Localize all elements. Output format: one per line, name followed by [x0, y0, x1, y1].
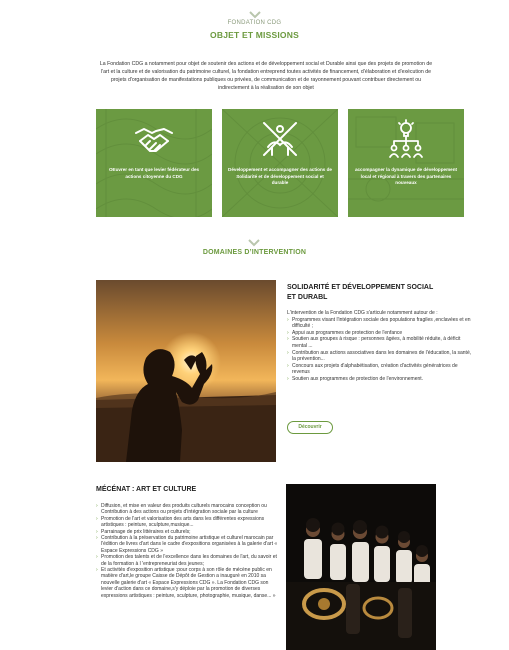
list-item: Programmes visant l'intégration sociale …	[287, 317, 472, 330]
card-caption: Développement et accompagner des actions…	[228, 167, 332, 185]
list-item: Soutien aux programmes de protection de …	[287, 376, 472, 383]
list-item: Contribution à la préservation du patrim…	[96, 535, 280, 554]
section-title: DOMAINES D’INTERVENTION	[202, 249, 307, 256]
chevron-down-icon	[249, 11, 261, 19]
solidarite-body: L'intervention de la Fondation CDG s'art…	[287, 310, 472, 383]
network-lightbulb-icon	[389, 119, 423, 158]
mission-card-solidarite: Développement et accompagner des actions…	[222, 109, 338, 217]
list-item: Appui aux programmes de protection de l'…	[287, 330, 472, 337]
hands-holding-icon	[263, 122, 297, 156]
solidarite-intro: L'intervention de la Fondation CDG s'art…	[287, 310, 438, 316]
handshake-icon	[135, 128, 173, 152]
mecenat-body: Diffusion, et mise en valeur des produit…	[96, 503, 280, 599]
chevron-down-icon	[248, 239, 260, 247]
list-item: Promotion de l'art et valorisation des a…	[96, 516, 280, 529]
mission-card-developpement: accompagner la dynamique de développemen…	[348, 109, 464, 217]
page-title: OBJET ET MISSIONS	[210, 30, 299, 40]
list-item: Promotion des talents et de l'excellence…	[96, 554, 280, 567]
decouvrir-button[interactable]: Découvrir	[287, 421, 333, 434]
sunset-heart-hands-photo	[96, 280, 276, 462]
list-item: Contribution aux actions associatives da…	[287, 350, 472, 363]
solidarite-title: SOLIDARITÉ ET DÉVELOPPEMENT SOCIAL ET DU…	[287, 284, 434, 301]
list-item: Et activités d'exposition artistique :po…	[96, 567, 280, 599]
list-item: Concours aux projets d'alphabétisation, …	[287, 363, 472, 376]
card-caption: OEuvrer en tant que levier fédérateur de…	[108, 167, 200, 179]
choir-orchestra-photo	[286, 484, 436, 650]
list-item: Diffusion, et mise en valeur des produit…	[96, 503, 280, 516]
intro-text: La Fondation CDG a notamment pour objet …	[99, 61, 433, 92]
card-caption: accompagner la dynamique de développemen…	[354, 167, 458, 185]
section-kicker: FONDATION CDG	[227, 20, 282, 26]
list-item: Soutien aux groupes à risque : personnes…	[287, 336, 472, 349]
mission-card-federer: OEuvrer en tant que levier fédérateur de…	[96, 109, 212, 217]
mecenat-title: MÉCÉNAT : ART ET CULTURE	[96, 486, 197, 493]
